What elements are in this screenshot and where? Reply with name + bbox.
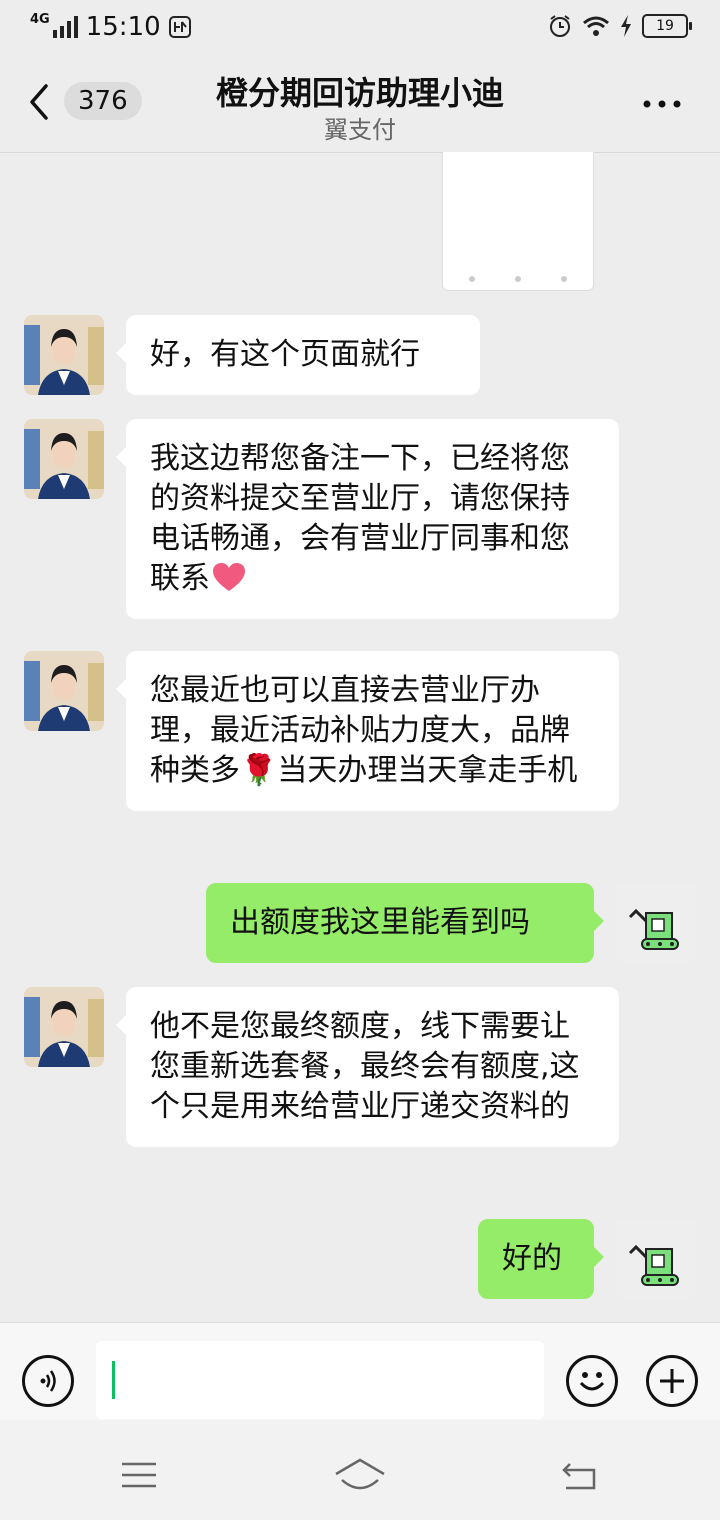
excavator-avatar-icon — [628, 908, 679, 950]
outgoing-message-bubble[interactable]: 好的 — [478, 1219, 604, 1299]
system-navigation-bar — [0, 1420, 720, 1520]
incoming-message-bubble[interactable]: 他不是您最终额度，线下需要让您重新选套餐，最终会有额度,这个只是用来给营业厅递交… — [116, 987, 619, 1147]
agent-avatar[interactable] — [24, 987, 104, 1067]
chat-input-bar — [0, 1322, 720, 1421]
back-nav-button[interactable] — [560, 1460, 600, 1496]
app-notification-icon — [168, 16, 191, 38]
smiley-icon — [579, 1372, 605, 1391]
home-nav-button[interactable] — [334, 1458, 386, 1496]
network-type: 4G — [30, 11, 50, 27]
return-icon — [562, 1463, 596, 1490]
agent-avatar[interactable] — [24, 651, 104, 731]
message-text: 他不是您最终额度，线下需要让您重新选套餐，最终会有额度,这个只是用来给营业厅递交… — [150, 1009, 580, 1124]
home-icon — [335, 1458, 385, 1490]
clock: 15:10 — [85, 12, 161, 42]
menu-nav-button[interactable] — [120, 1460, 158, 1494]
chat-header: 376 橙分期回访助理小迪 翼支付 — [0, 56, 720, 153]
agent-avatar-image — [24, 987, 104, 1067]
text-caret — [112, 1361, 115, 1399]
excavator-avatar-icon — [628, 1244, 679, 1286]
my-avatar[interactable] — [616, 1219, 696, 1299]
voice-input-button[interactable] — [22, 1355, 74, 1407]
message-text: 好的 — [502, 1241, 562, 1276]
image-message-thumbnail[interactable] — [442, 152, 594, 291]
alarm-icon — [550, 15, 570, 37]
agent-avatar-image — [24, 419, 104, 499]
outgoing-message-bubble[interactable]: 出额度我这里能看到吗 — [206, 883, 604, 963]
wifi-icon — [583, 16, 609, 36]
battery-level: 19 — [656, 18, 674, 34]
incoming-message-bubble[interactable]: 好，有这个页面就行 — [116, 315, 480, 395]
agent-avatar[interactable] — [24, 315, 104, 395]
my-avatar[interactable] — [616, 883, 696, 963]
battery-icon: 19 — [642, 14, 692, 38]
more-button[interactable] — [642, 88, 682, 109]
incoming-message-bubble[interactable]: 您最近也可以直接去营业厅办理，最近活动补贴力度大，品牌种类多🌹当天办理当天拿走手… — [116, 651, 619, 811]
status-bar: 4G 15:10 19 — [0, 0, 720, 56]
chat-title: 橙分期回访助理小迪 — [215, 74, 504, 112]
agent-avatar[interactable] — [24, 419, 104, 499]
plus-icon — [660, 1369, 684, 1393]
message-input[interactable] — [96, 1341, 544, 1419]
charging-icon — [621, 15, 631, 37]
message-text: 出额度我这里能看到吗 — [230, 905, 530, 940]
more-dots-icon — [643, 100, 681, 108]
incoming-message-bubble[interactable]: 我这边帮您备注一下，已经将您的资料提交至营业厅，请您保持电话畅通，会有营业厅同事… — [116, 419, 619, 619]
more-functions-button[interactable] — [646, 1355, 698, 1407]
signal-icon — [52, 16, 78, 38]
heart-emoji-icon — [213, 563, 245, 591]
message-text: 您最近也可以直接去营业厅办理，最近活动补贴力度大，品牌种类多🌹当天办理当天拿走手… — [150, 673, 578, 788]
chat-subtitle: 翼支付 — [324, 116, 396, 144]
agent-avatar-image — [24, 651, 104, 731]
emoji-button[interactable] — [566, 1355, 618, 1407]
agent-avatar-image — [24, 315, 104, 395]
message-text: 好，有这个页面就行 — [150, 337, 420, 372]
voice-icon — [40, 1370, 56, 1392]
menu-icon — [122, 1462, 156, 1488]
